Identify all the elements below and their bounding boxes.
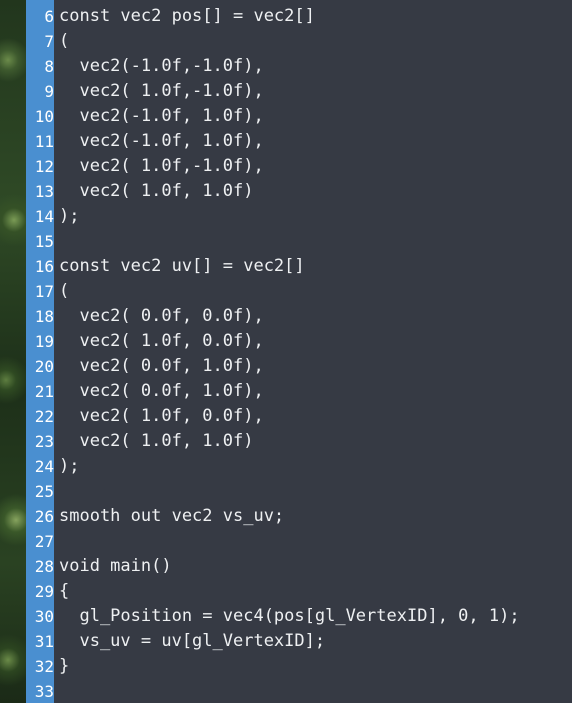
line-number: 30: [34, 607, 54, 626]
line-text[interactable]: vec2( 1.0f, 0.0f),: [54, 329, 263, 354]
line-number: 31: [34, 632, 54, 651]
code-line: 13 vec2( 1.0f, 1.0f): [26, 179, 572, 204]
code-line: 27: [26, 529, 572, 554]
line-text[interactable]: vec2( 1.0f, 0.0f),: [54, 404, 263, 429]
line-text[interactable]: (: [54, 29, 69, 54]
code-line: 14);: [26, 204, 572, 229]
line-number: 8: [44, 57, 54, 76]
line-text[interactable]: vec2( 0.0f, 1.0f),: [54, 379, 263, 404]
line-text[interactable]: vec2( 1.0f, 1.0f): [54, 179, 253, 204]
code-line: 32}: [26, 654, 572, 679]
code-line: 19 vec2( 1.0f, 0.0f),: [26, 329, 572, 354]
line-text[interactable]: }: [54, 654, 69, 679]
line-text[interactable]: vec2( 1.0f,-1.0f),: [54, 79, 263, 104]
line-text[interactable]: [54, 229, 59, 254]
line-number: 7: [44, 32, 54, 51]
line-text[interactable]: [54, 529, 59, 554]
code-line: 16 const vec2 uv[] = vec2[]: [26, 254, 572, 279]
code-line: 7(: [26, 29, 572, 54]
code-line: 6 const vec2 pos[] = vec2[]: [26, 4, 572, 29]
code-line: 10 vec2(-1.0f, 1.0f),: [26, 104, 572, 129]
line-number: 33: [34, 682, 54, 701]
line-text[interactable]: vec2(-1.0f, 1.0f),: [54, 104, 263, 129]
line-number: 22: [34, 407, 54, 426]
line-number: 14: [34, 207, 54, 226]
line-number: 10: [34, 107, 54, 126]
line-number: 21: [34, 382, 54, 401]
line-text[interactable]: );: [54, 204, 79, 229]
line-number: 6: [44, 7, 54, 26]
line-number: 24: [34, 457, 54, 476]
code-line: 11 vec2(-1.0f, 1.0f),: [26, 129, 572, 154]
code-line: 28 void main(): [26, 554, 572, 579]
code-line: 26 smooth out vec2 vs_uv;: [26, 504, 572, 529]
code-line: 15: [26, 229, 572, 254]
line-number: 11: [34, 132, 54, 151]
line-number: 32: [34, 657, 54, 676]
line-number: 27: [34, 532, 54, 551]
code-line: 33: [26, 679, 572, 703]
code-line: 24);: [26, 454, 572, 479]
line-text[interactable]: const vec2 uv[] = vec2[]: [54, 254, 305, 279]
line-text[interactable]: );: [54, 454, 79, 479]
line-number: 9: [44, 82, 54, 101]
line-text[interactable]: {: [54, 579, 69, 604]
code-line: 20 vec2( 0.0f, 1.0f),: [26, 354, 572, 379]
line-number: 29: [34, 582, 54, 601]
line-number: 18: [34, 307, 54, 326]
line-number: 15: [34, 232, 54, 251]
code-line: 18 vec2( 0.0f, 0.0f),: [26, 304, 572, 329]
line-text[interactable]: vec2(-1.0f, 1.0f),: [54, 129, 263, 154]
line-text[interactable]: [54, 479, 59, 504]
code-line: 25: [26, 479, 572, 504]
desktop-wallpaper: [0, 0, 26, 703]
line-number: 20: [34, 357, 54, 376]
line-text[interactable]: vec2( 0.0f, 1.0f),: [54, 354, 263, 379]
code-lines: 6 const vec2 pos[] = vec2[] 7( 8 vec2(-1.…: [26, 4, 572, 703]
code-line: 31 vs_uv = uv[gl_VertexID];: [26, 629, 572, 654]
code-line: 29{: [26, 579, 572, 604]
code-line: 23 vec2( 1.0f, 1.0f): [26, 429, 572, 454]
line-number: 19: [34, 332, 54, 351]
line-text[interactable]: gl_Position = vec4(pos[gl_VertexID], 0, …: [54, 604, 519, 629]
code-line: 21 vec2( 0.0f, 1.0f),: [26, 379, 572, 404]
code-line: 30 gl_Position = vec4(pos[gl_VertexID], …: [26, 604, 572, 629]
line-text[interactable]: [54, 679, 59, 703]
code-line: 17(: [26, 279, 572, 304]
code-line: 8 vec2(-1.0f,-1.0f),: [26, 54, 572, 79]
code-line: 12 vec2( 1.0f,-1.0f),: [26, 154, 572, 179]
line-number: 26: [34, 507, 54, 526]
code-line: 22 vec2( 1.0f, 0.0f),: [26, 404, 572, 429]
line-number: 28: [34, 557, 54, 576]
line-text[interactable]: smooth out vec2 vs_uv;: [54, 504, 284, 529]
line-text[interactable]: (: [54, 279, 69, 304]
line-text[interactable]: vs_uv = uv[gl_VertexID];: [54, 629, 325, 654]
line-text[interactable]: vec2( 1.0f,-1.0f),: [54, 154, 263, 179]
line-number: 17: [34, 282, 54, 301]
line-number: 25: [34, 482, 54, 501]
line-text[interactable]: vec2( 1.0f, 1.0f): [54, 429, 253, 454]
line-number: 12: [34, 157, 54, 176]
line-text[interactable]: const vec2 pos[] = vec2[]: [54, 4, 315, 29]
code-line: 9 vec2( 1.0f,-1.0f),: [26, 79, 572, 104]
line-number: 13: [34, 182, 54, 201]
line-number: 23: [34, 432, 54, 451]
line-text[interactable]: void main(): [54, 554, 172, 579]
editor-window: 6 const vec2 pos[] = vec2[] 7( 8 vec2(-1.…: [0, 0, 572, 703]
line-number: 16: [34, 257, 54, 276]
line-text[interactable]: vec2( 0.0f, 0.0f),: [54, 304, 263, 329]
line-text[interactable]: vec2(-1.0f,-1.0f),: [54, 54, 263, 79]
